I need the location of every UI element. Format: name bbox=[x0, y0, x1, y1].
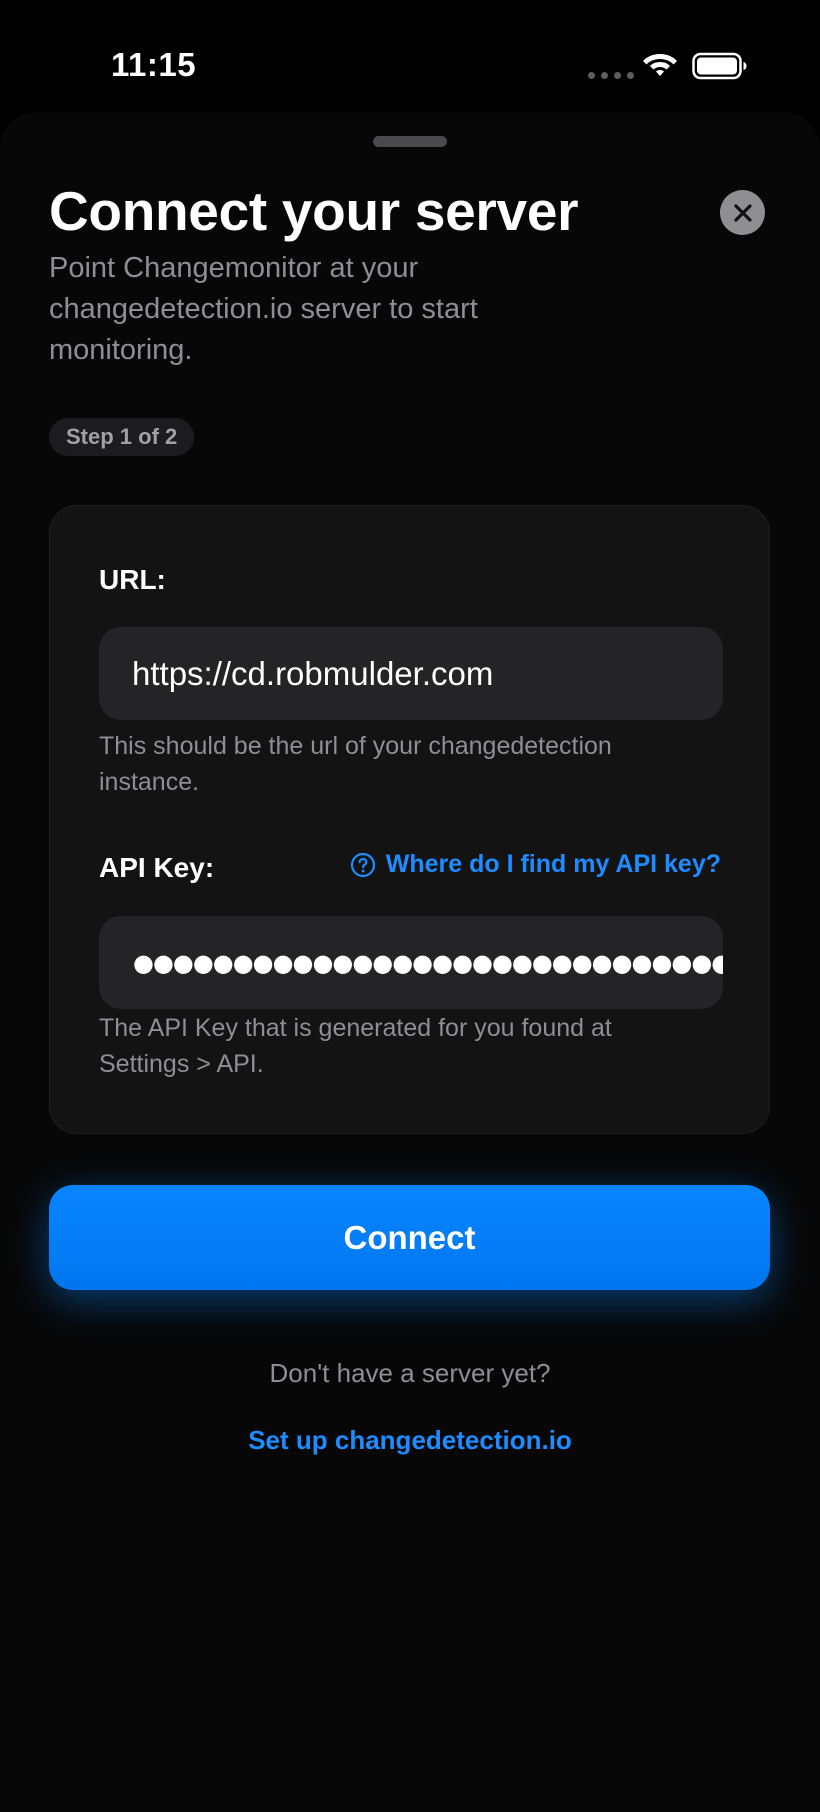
setup-changedetection-link[interactable]: Set up changedetection.io bbox=[0, 1425, 820, 1456]
cellular-signal-icon bbox=[588, 72, 634, 79]
server-form-card: URL: This should be the url of your chan… bbox=[49, 505, 770, 1134]
api-key-input[interactable]: ●●●●●●●●●●●●●●●●●●●●●●●●●●●●●●… bbox=[99, 916, 723, 1009]
api-key-help-link[interactable]: Where do I find my API key? bbox=[350, 850, 721, 879]
battery-icon bbox=[692, 52, 747, 80]
status-time: 11:15 bbox=[111, 46, 197, 83]
api-key-help-label: Where do I find my API key? bbox=[385, 850, 721, 878]
sheet-grabber[interactable] bbox=[373, 136, 447, 147]
connect-button[interactable]: Connect bbox=[49, 1185, 770, 1290]
url-label: URL: bbox=[99, 564, 166, 595]
api-key-hint: The API Key that is generated for you fo… bbox=[99, 1014, 612, 1078]
close-icon bbox=[733, 203, 752, 222]
url-hint: This should be the url of your changedet… bbox=[99, 732, 612, 796]
status-bar: 11:15 bbox=[0, 0, 820, 130]
close-button[interactable] bbox=[720, 190, 765, 235]
connect-server-sheet: Connect your server Point Changemonitor … bbox=[0, 112, 820, 1812]
step-badge: Step 1 of 2 bbox=[49, 418, 195, 456]
api-key-label: API Key: bbox=[99, 852, 215, 883]
no-server-text: Don't have a server yet? bbox=[269, 1358, 551, 1388]
url-input[interactable] bbox=[99, 627, 723, 720]
question-circle-icon bbox=[350, 852, 375, 877]
wifi-icon bbox=[643, 54, 677, 76]
page-subtitle: Point Changemonitor at your changedetect… bbox=[49, 252, 478, 366]
page-title: Connect your server bbox=[49, 180, 579, 242]
dynamic-island bbox=[285, 30, 530, 102]
